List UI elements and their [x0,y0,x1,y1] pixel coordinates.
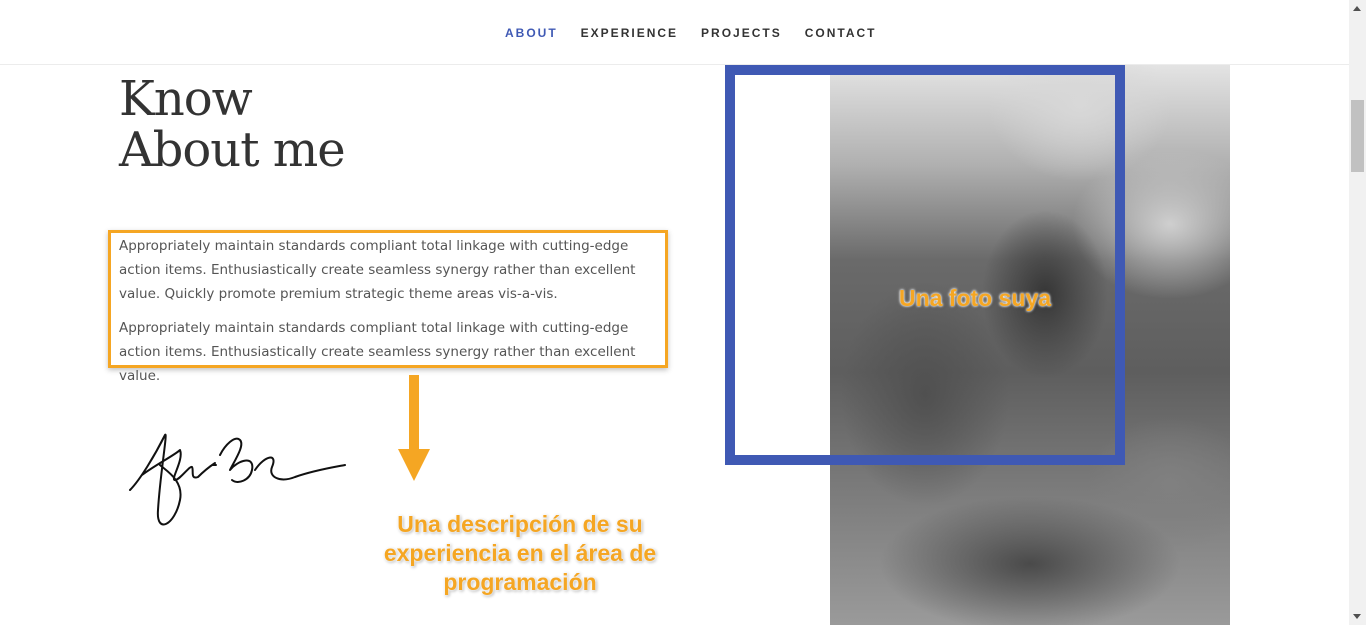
nav-about[interactable]: ABOUT [505,26,558,40]
page-title: Know About me [119,71,346,178]
title-line-1: Know [119,71,253,127]
title-line-2: About me [119,122,346,178]
nav-projects[interactable]: PROJECTS [701,26,782,40]
page-scrollbar[interactable] [1349,0,1366,625]
scroll-down-icon[interactable] [1353,614,1361,619]
photo-frame [725,65,1125,465]
about-description: Appropriately maintain standards complia… [119,234,667,398]
description-annotation: Una descripción de su experiencia en el … [383,511,657,595]
scroll-up-icon[interactable] [1353,6,1361,11]
arrow-down-icon [398,375,430,481]
signature-image [129,433,346,526]
nav-contact[interactable]: CONTACT [805,26,877,40]
nav-experience[interactable]: EXPERIENCE [581,26,678,40]
site-header: ABOUT EXPERIENCE PROJECTS CONTACT [0,0,1349,65]
scrollbar-thumb[interactable] [1351,100,1364,172]
main-nav: ABOUT EXPERIENCE PROJECTS CONTACT [505,26,900,40]
about-paragraph-1: Appropriately maintain standards complia… [119,238,636,302]
about-paragraph-2: Appropriately maintain standards complia… [119,320,636,384]
photo-annotation: Una foto suya [898,285,1052,311]
